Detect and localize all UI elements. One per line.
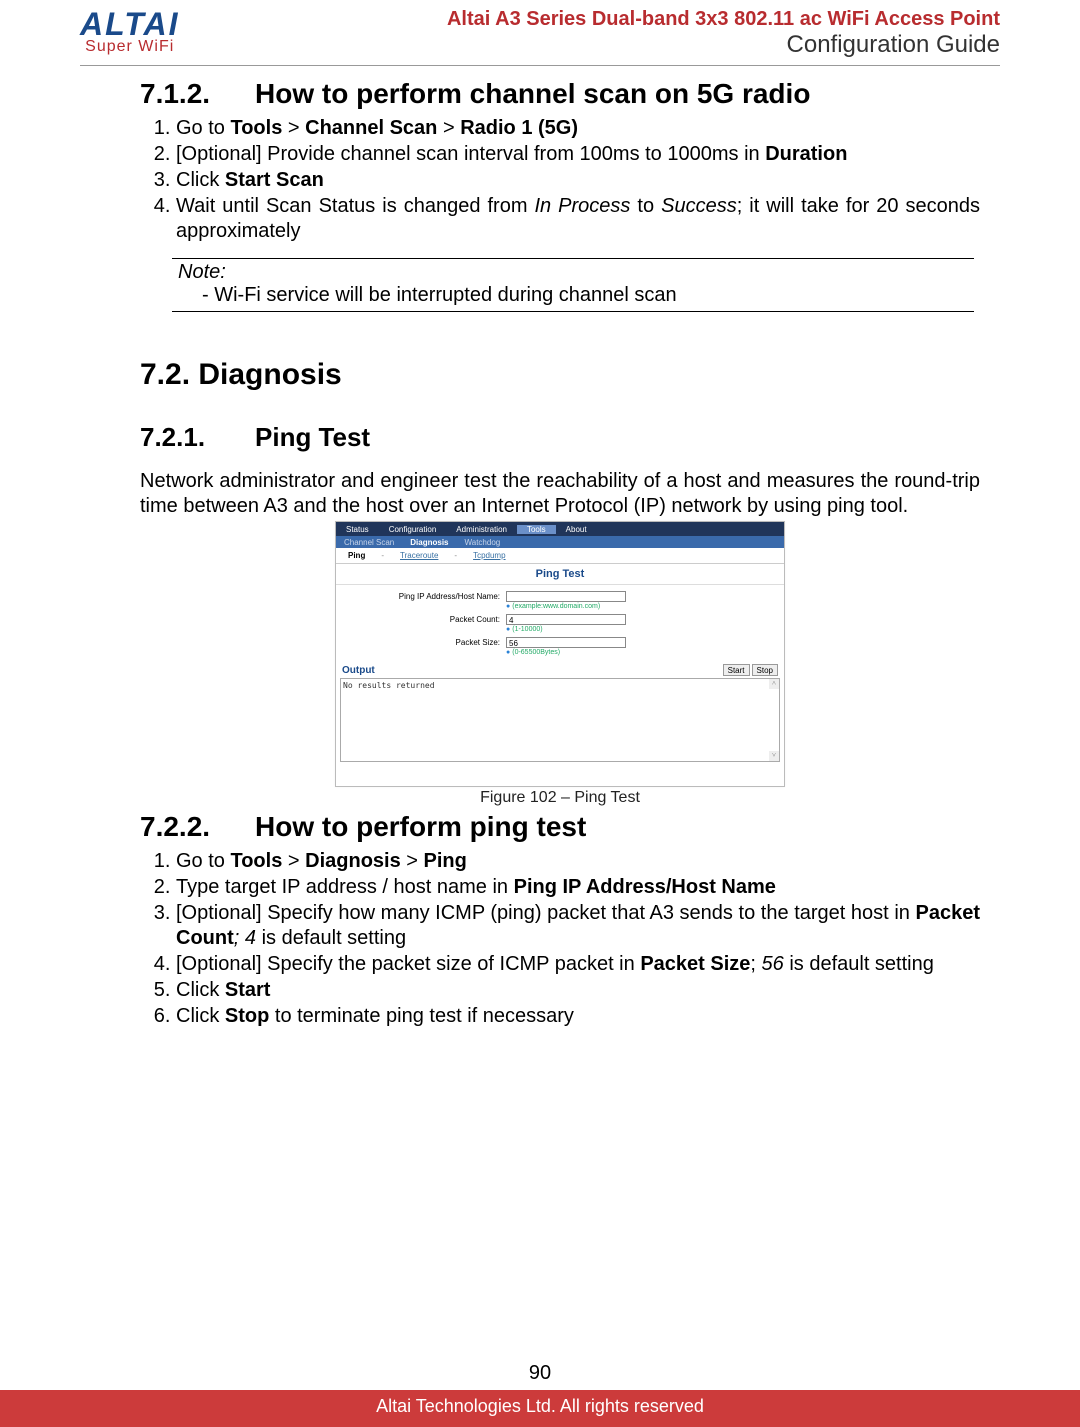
scroll-down-icon[interactable]: ˅ bbox=[769, 751, 779, 761]
sub-tabs: Channel Scan Diagnosis Watchdog bbox=[336, 536, 784, 548]
heading-num: 7.1.2. bbox=[140, 78, 255, 110]
start-button[interactable]: Start bbox=[723, 664, 750, 676]
tab-about[interactable]: About bbox=[556, 525, 597, 534]
logo: ALTAI Super WiFi bbox=[80, 8, 179, 56]
note-title: Note: bbox=[178, 261, 974, 284]
step: Click Stop to terminate ping test if nec… bbox=[176, 1004, 980, 1029]
heading-7-2-2: 7.2.2.How to perform ping test bbox=[140, 811, 980, 843]
heading-7-1-2: 7.1.2.How to perform channel scan on 5G … bbox=[140, 78, 980, 110]
subtab-tcpdump[interactable]: Tcpdump bbox=[465, 551, 513, 560]
heading-title: How to perform ping test bbox=[255, 811, 586, 842]
step: [Optional] Specify the packet size of IC… bbox=[176, 952, 980, 977]
tab-tools[interactable]: Tools bbox=[517, 525, 556, 534]
ping-form: Ping IP Address/Host Name: (example:www.… bbox=[336, 585, 784, 662]
figure-caption: Figure 102 – Ping Test bbox=[335, 789, 785, 807]
header-text: Altai A3 Series Dual-band 3x3 802.11 ac … bbox=[447, 8, 1000, 59]
header-product: Altai A3 Series Dual-band 3x3 802.11 ac … bbox=[447, 8, 1000, 31]
para-7-2-1: Network administrator and engineer test … bbox=[140, 469, 980, 519]
page-number: 90 bbox=[0, 1362, 1080, 1385]
step: Go to Tools > Channel Scan > Radio 1 (5G… bbox=[176, 116, 980, 141]
step: Click Start bbox=[176, 978, 980, 1003]
step: Go to Tools > Diagnosis > Ping bbox=[176, 849, 980, 874]
diag-sub-tabs: Ping - Traceroute - Tcpdump bbox=[336, 548, 784, 564]
top-tabs: Status Configuration Administration Tool… bbox=[336, 522, 784, 536]
output-console: No results returned ˄ ˅ bbox=[340, 678, 780, 762]
heading-num: 7.2.1. bbox=[140, 422, 255, 453]
step: Type target IP address / host name in Pi… bbox=[176, 875, 980, 900]
output-header: Output StartStop bbox=[336, 662, 784, 678]
hint-count: (1-10000) bbox=[506, 626, 626, 633]
heading-7-2-1: 7.2.1.Ping Test bbox=[140, 422, 980, 453]
scroll-up-icon[interactable]: ˄ bbox=[769, 679, 779, 689]
figure-ping-test: Status Configuration Administration Tool… bbox=[335, 521, 785, 807]
heading-num: 7.2.2. bbox=[140, 811, 255, 843]
label-count: Packet Count: bbox=[356, 614, 506, 624]
heading-7-2: 7.2. Diagnosis bbox=[140, 358, 980, 392]
console-text: No results returned bbox=[343, 681, 435, 690]
label-ip: Ping IP Address/Host Name: bbox=[356, 591, 506, 601]
logo-sub: Super WiFi bbox=[85, 38, 174, 56]
output-label: Output bbox=[342, 665, 375, 676]
subtab-ping[interactable]: Ping bbox=[340, 551, 373, 560]
input-ip[interactable] bbox=[506, 591, 626, 602]
hint-ip: (example:www.domain.com) bbox=[506, 603, 626, 610]
header-guide: Configuration Guide bbox=[447, 31, 1000, 59]
header: ALTAI Super WiFi Altai A3 Series Dual-ba… bbox=[80, 0, 1000, 59]
footer: Altai Technologies Ltd. All rights reser… bbox=[0, 1390, 1080, 1427]
steps-7-1-2: Go to Tools > Channel Scan > Radio 1 (5G… bbox=[176, 116, 980, 244]
heading-title: Ping Test bbox=[255, 422, 370, 452]
note-body: - Wi-Fi service will be interrupted duri… bbox=[178, 284, 974, 307]
tab-administration[interactable]: Administration bbox=[446, 525, 517, 534]
input-count[interactable]: 4 bbox=[506, 614, 626, 625]
step: [Optional] Specify how many ICMP (ping) … bbox=[176, 901, 980, 951]
tab-diagnosis[interactable]: Diagnosis bbox=[402, 538, 456, 547]
step: Wait until Scan Status is changed from I… bbox=[176, 194, 980, 244]
heading-title: How to perform channel scan on 5G radio bbox=[255, 78, 810, 109]
subtab-traceroute[interactable]: Traceroute bbox=[392, 551, 446, 560]
steps-7-2-2: Go to Tools > Diagnosis > Ping Type targ… bbox=[176, 849, 980, 1029]
separator: - bbox=[446, 551, 465, 560]
step: [Optional] Provide channel scan interval… bbox=[176, 142, 980, 167]
header-rule bbox=[80, 65, 1000, 66]
stop-button[interactable]: Stop bbox=[752, 664, 778, 676]
tab-configuration[interactable]: Configuration bbox=[379, 525, 447, 534]
logo-main: ALTAI bbox=[80, 8, 179, 40]
screenshot: Status Configuration Administration Tool… bbox=[335, 521, 785, 787]
tab-watchdog[interactable]: Watchdog bbox=[457, 538, 509, 547]
note-box: Note: - Wi-Fi service will be interrupte… bbox=[172, 258, 974, 312]
input-size[interactable]: 56 bbox=[506, 637, 626, 648]
panel-title: Ping Test bbox=[336, 564, 784, 585]
label-size: Packet Size: bbox=[356, 637, 506, 647]
tab-status[interactable]: Status bbox=[336, 525, 379, 534]
tab-channel-scan[interactable]: Channel Scan bbox=[336, 538, 402, 547]
hint-size: (0-65500Bytes) bbox=[506, 649, 626, 656]
step: Click Start Scan bbox=[176, 168, 980, 193]
separator: - bbox=[373, 551, 392, 560]
